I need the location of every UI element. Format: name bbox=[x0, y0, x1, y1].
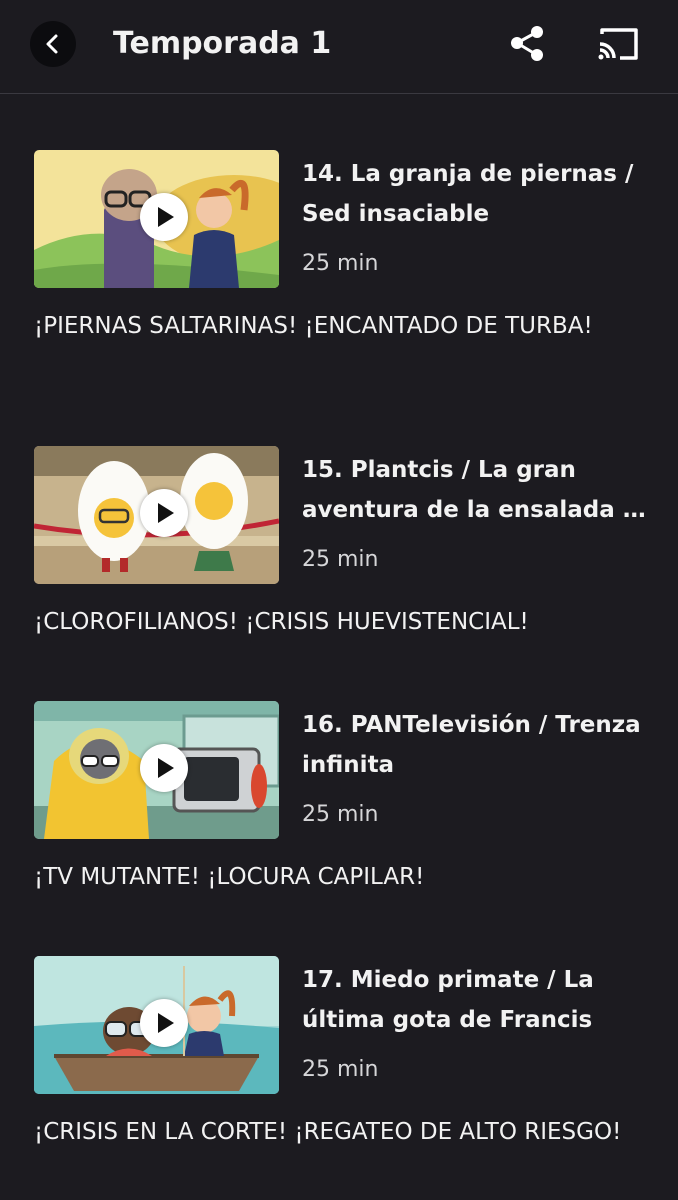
page-title: Temporada 1 bbox=[113, 26, 332, 61]
episode-duration: 25 min bbox=[302, 251, 379, 276]
episode-title: 15. Plantcis / La gran aventura de la en… bbox=[302, 450, 664, 530]
episode-title: 14. La granja de piernas / Sed insaciabl… bbox=[302, 161, 634, 227]
back-button[interactable] bbox=[30, 21, 76, 67]
share-button[interactable] bbox=[505, 22, 549, 66]
episode-thumbnail[interactable] bbox=[34, 446, 279, 584]
episode-title: 17. Miedo primate / La última gota de Fr… bbox=[302, 967, 594, 1033]
episode-thumbnail[interactable] bbox=[34, 956, 279, 1094]
top-app-bar: Temporada 1 bbox=[0, 0, 678, 94]
cast-icon bbox=[598, 28, 638, 60]
episode-title-line1: 15. Plantcis / La gran bbox=[302, 457, 576, 483]
share-icon bbox=[511, 26, 543, 61]
chevron-left-icon bbox=[46, 34, 58, 54]
play-icon[interactable] bbox=[140, 193, 188, 241]
episode-duration: 25 min bbox=[302, 547, 379, 572]
episode-duration: 25 min bbox=[302, 1057, 379, 1082]
episode-title-line2: aventura de la ensalada d... bbox=[302, 497, 658, 523]
play-icon[interactable] bbox=[140, 744, 188, 792]
episode-thumbnail[interactable] bbox=[34, 150, 279, 288]
cast-button[interactable] bbox=[594, 22, 642, 66]
episode-thumbnail[interactable] bbox=[34, 701, 279, 839]
episode-title: 16. PANTelevisión / Trenza infinita bbox=[302, 712, 641, 778]
episode-description: ¡CLOROFILIANOS! ¡CRISIS HUEVISTENCIAL! bbox=[34, 609, 529, 635]
episode-description: ¡TV MUTANTE! ¡LOCURA CAPILAR! bbox=[34, 864, 425, 890]
episode-description: ¡CRISIS EN LA CORTE! ¡REGATEO DE ALTO RI… bbox=[34, 1119, 622, 1145]
episode-duration: 25 min bbox=[302, 802, 379, 827]
episode-description: ¡PIERNAS SALTARINAS! ¡ENCANTADO DE TURBA… bbox=[34, 313, 593, 339]
play-icon[interactable] bbox=[140, 999, 188, 1047]
play-icon[interactable] bbox=[140, 489, 188, 537]
